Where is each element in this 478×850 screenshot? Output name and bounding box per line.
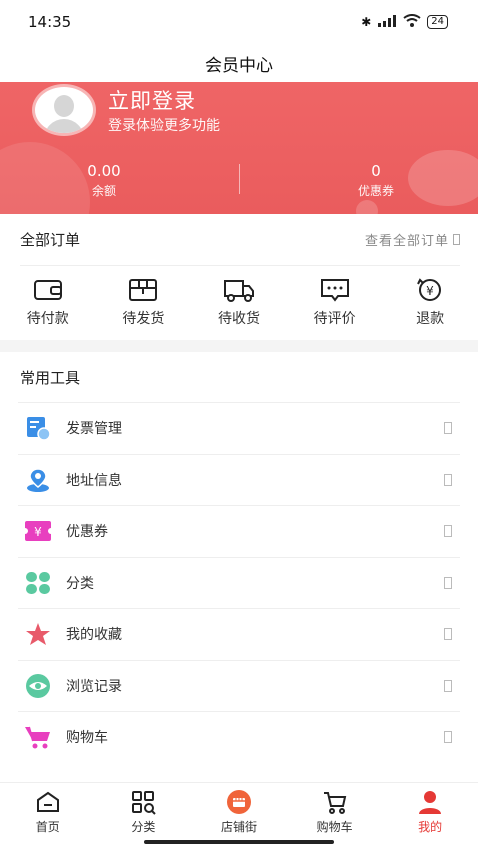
order-refund[interactable]: ¥ 退款 bbox=[382, 276, 478, 328]
order-item-label: 待评价 bbox=[313, 311, 356, 327]
star-icon bbox=[24, 620, 52, 648]
order-item-label: 待收货 bbox=[217, 311, 260, 327]
chevron-right-icon bbox=[444, 731, 452, 744]
tool-label: 优惠券 bbox=[66, 524, 108, 541]
chevron-right-icon bbox=[444, 525, 452, 538]
tab-label: 首页 bbox=[35, 820, 60, 834]
tab-label: 购物车 bbox=[316, 820, 353, 834]
package-icon bbox=[129, 279, 158, 301]
avatar-head-icon bbox=[54, 95, 74, 117]
chevron-right-icon bbox=[444, 422, 452, 435]
order-item-label: 退款 bbox=[416, 311, 445, 327]
chevron-right-icon bbox=[444, 473, 452, 486]
refund-icon: ¥ bbox=[417, 278, 442, 301]
balance-stat[interactable]: 0.00 余额 bbox=[44, 162, 164, 199]
tool-label: 分类 bbox=[66, 575, 94, 592]
nav-bar: 会员中心 bbox=[0, 44, 478, 82]
order-pending-payment[interactable]: 待付款 bbox=[0, 276, 96, 328]
bluetooth-icon: ✱ bbox=[361, 15, 372, 29]
signal-icon bbox=[377, 14, 397, 30]
tab-home[interactable]: 首页 bbox=[0, 783, 96, 850]
order-status-row: 待付款 待发货 待收货 待评价 ¥ 退款 bbox=[0, 276, 478, 328]
tool-favorites[interactable]: 我的收藏 bbox=[18, 608, 460, 660]
orders-header: 全部订单 查看全部订单 bbox=[20, 214, 460, 266]
page-title: 会员中心 bbox=[205, 55, 273, 76]
coupon-stat[interactable]: 0 优惠券 bbox=[316, 162, 436, 199]
tab-label: 分类 bbox=[131, 820, 156, 834]
order-pending-receipt[interactable]: 待收货 bbox=[191, 276, 287, 328]
decor-bubble bbox=[356, 200, 378, 214]
location-icon bbox=[24, 466, 52, 494]
orders-card: 全部订单 查看全部订单 待付款 待发货 待收货 待评价 ¥ 退款 bbox=[0, 214, 478, 340]
login-subtitle: 登录体验更多功能 bbox=[108, 118, 220, 134]
orders-title: 全部订单 bbox=[20, 231, 81, 249]
tool-label: 浏览记录 bbox=[66, 678, 122, 695]
member-header: 立即登录 登录体验更多功能 0.00 余额 0 优惠券 bbox=[0, 82, 478, 214]
chevron-right-icon bbox=[444, 679, 452, 692]
tab-label: 我的 bbox=[418, 820, 443, 834]
view-all-orders-link[interactable]: 查看全部订单 bbox=[365, 230, 460, 249]
balance-label: 余额 bbox=[91, 184, 116, 198]
tool-shopping-cart[interactable]: 购物车 bbox=[18, 711, 460, 763]
eye-icon bbox=[24, 672, 52, 700]
tab-label: 店铺街 bbox=[220, 820, 257, 834]
cart-icon bbox=[24, 723, 52, 751]
tools-title: 常用工具 bbox=[20, 368, 81, 387]
order-pending-review[interactable]: 待评价 bbox=[287, 276, 383, 328]
avatar[interactable] bbox=[32, 84, 96, 136]
comment-icon bbox=[320, 279, 349, 302]
home-indicator bbox=[144, 840, 334, 844]
status-icons: ✱ 24 bbox=[361, 14, 448, 30]
category-icon bbox=[24, 569, 52, 597]
tool-label: 购物车 bbox=[66, 730, 108, 747]
coupon-value: 0 bbox=[371, 162, 381, 180]
tool-browse-history[interactable]: 浏览记录 bbox=[18, 659, 460, 712]
divider bbox=[239, 164, 240, 194]
coupon-label: 优惠券 bbox=[357, 184, 394, 198]
chevron-right-icon bbox=[444, 628, 452, 641]
tab-mine[interactable]: 我的 bbox=[382, 783, 478, 850]
status-time: 14:35 bbox=[28, 13, 72, 31]
svg-text:¥: ¥ bbox=[34, 525, 42, 539]
chevron-right-icon bbox=[444, 576, 452, 589]
view-all-orders-label: 查看全部订单 bbox=[364, 234, 449, 249]
home-icon bbox=[36, 791, 59, 812]
category-grid-icon bbox=[132, 791, 157, 815]
tool-list: 发票管理 地址信息 ¥ 优惠券 分类 我的收藏 浏览记录 购物车 bbox=[18, 402, 460, 763]
login-button[interactable]: 立即登录 bbox=[108, 85, 196, 115]
tool-coupons[interactable]: ¥ 优惠券 bbox=[18, 505, 460, 557]
cart-icon bbox=[323, 792, 346, 814]
battery-icon: 24 bbox=[427, 15, 448, 29]
section-divider bbox=[0, 340, 478, 352]
coupon-icon: ¥ bbox=[24, 517, 52, 545]
tool-invoice-management[interactable]: 发票管理 bbox=[18, 402, 460, 454]
wifi-icon bbox=[403, 14, 421, 30]
order-item-label: 待付款 bbox=[26, 311, 69, 327]
user-icon bbox=[419, 791, 442, 814]
avatar-body-icon bbox=[44, 119, 84, 133]
tool-label: 地址信息 bbox=[66, 472, 122, 489]
status-bar: 14:35 ✱ 24 bbox=[0, 0, 478, 44]
balance-value: 0.00 bbox=[87, 162, 121, 180]
tool-label: 发票管理 bbox=[66, 421, 122, 438]
tool-label: 我的收藏 bbox=[66, 627, 122, 644]
invoice-icon bbox=[24, 414, 52, 442]
svg-text:¥: ¥ bbox=[426, 284, 434, 298]
truck-icon bbox=[223, 280, 254, 302]
wallet-icon bbox=[33, 280, 62, 300]
order-pending-shipment[interactable]: 待发货 bbox=[96, 276, 192, 328]
tool-address-info[interactable]: 地址信息 bbox=[18, 453, 460, 506]
store-icon bbox=[226, 790, 251, 814]
order-item-label: 待发货 bbox=[122, 311, 165, 327]
chevron-right-icon bbox=[453, 234, 460, 245]
tool-category[interactable]: 分类 bbox=[18, 556, 460, 609]
